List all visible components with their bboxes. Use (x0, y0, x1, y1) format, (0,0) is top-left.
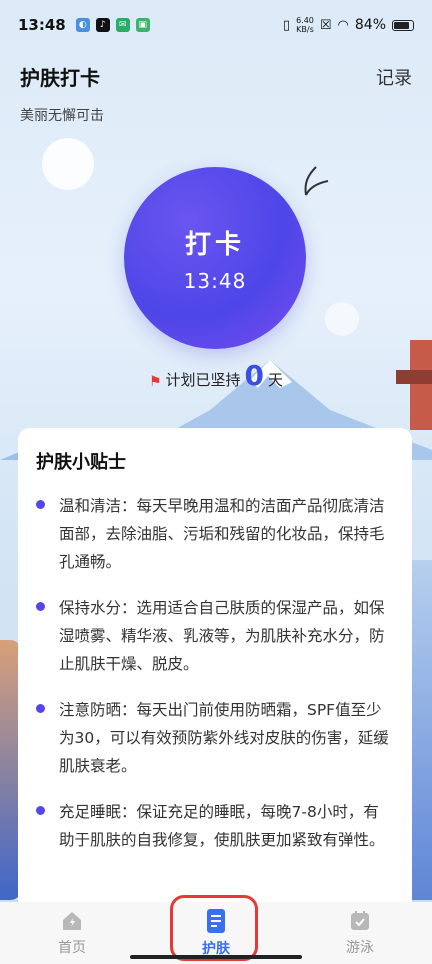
tip-item: 保持水分：选用适合自己肤质的保湿产品，如保湿喷雾、精华液、乳液等，为肌肤补充水分… (36, 594, 394, 678)
bullet-dot (36, 602, 45, 611)
app-notification-icon: ◐ (75, 18, 90, 32)
app-notification-icon: ▣ (135, 18, 150, 32)
bullet-dot (36, 704, 45, 713)
header: 护肤打卡 记录 美丽无懈可击 (20, 62, 412, 125)
cloud-decoration (325, 302, 359, 336)
tip-text: 充足睡眠：保证充足的睡眠，每晚7-8小时，有助于肌肤的自我修复，使肌肤更加紧致有… (59, 803, 385, 849)
status-bar: 13:48 ◐ ♪ ✉ ▣ ▯ 6.40 KB/s ☒ ◠ 84% (0, 0, 432, 50)
checkin-label: 打卡 (184, 229, 245, 260)
home-icon (63, 912, 81, 930)
tip-item: 温和清洁：每天早晚用温和的洁面产品彻底清洁面部，去除油脂、污垢和残留的化妆品，保… (36, 492, 394, 576)
tab-label: 游泳 (346, 940, 374, 956)
tip-text: 注意防晒：每天出门前使用防晒霜，SPF值至少为30，可以有效预防紫外线对皮肤的伤… (59, 701, 389, 775)
cloud-decoration (42, 138, 94, 190)
bullet-dot (36, 500, 45, 509)
tab-home[interactable]: 首页 (0, 902, 144, 964)
page-subtitle: 美丽无懈可击 (20, 108, 104, 124)
network-speed-value: 6.40 (296, 16, 314, 25)
streak-prefix: 计划已坚持 (165, 371, 241, 389)
streak-days: 0 (244, 359, 265, 392)
tab-swimming[interactable]: 游泳 (288, 902, 432, 964)
tab-label: 首页 (58, 940, 86, 956)
tip-item: 注意防晒：每天出门前使用防晒霜，SPF值至少为30，可以有效预防紫外线对皮肤的伤… (36, 696, 394, 780)
network-speed: 6.40 KB/s (296, 16, 314, 34)
streak-suffix: 天 (268, 371, 284, 389)
wave-decoration (412, 560, 432, 900)
checkin-time: 13:48 (183, 268, 247, 293)
tips-title: 护肤小贴士 (36, 452, 126, 473)
bird-icon (304, 166, 329, 196)
vibrate-icon: ▯ (282, 17, 291, 33)
highlight-box (170, 895, 258, 961)
network-speed-unit: KB/s (296, 25, 314, 34)
battery-percent: 84% (354, 17, 386, 33)
wechat-icon: ✉ (115, 18, 130, 32)
streak-indicator: ⚑ 计划已坚持 0 天 (0, 359, 432, 392)
battery-icon (392, 19, 414, 31)
record-button[interactable]: 记录 (376, 64, 412, 90)
tip-text: 保持水分：选用适合自己肤质的保湿产品，如保湿喷雾、精华液、乳液等，为肌肤补充水分… (59, 599, 385, 673)
tiktok-icon: ♪ (95, 18, 110, 32)
tips-card: 护肤小贴士 温和清洁：每天早晚用温和的洁面产品彻底清洁面部，去除油脂、污垢和残留… (18, 428, 412, 918)
mute-icon: ☒ (319, 17, 332, 33)
bullet-dot (36, 806, 45, 815)
wifi-icon: ◠ (337, 17, 349, 33)
home-indicator (130, 955, 302, 959)
flag-icon: ⚑ (148, 374, 162, 390)
checkin-button[interactable]: 打卡 13:48 (124, 167, 306, 349)
calendar-icon (351, 911, 369, 930)
page-title: 护肤打卡 (20, 66, 100, 90)
tip-item: 充足睡眠：保证充足的睡眠，每晚7-8小时，有助于肌肤的自我修复，使肌肤更加紧致有… (36, 798, 394, 854)
status-time: 13:48 (18, 16, 66, 34)
tip-text: 温和清洁：每天早晚用温和的洁面产品彻底清洁面部，去除油脂、污垢和残留的化妆品，保… (59, 497, 385, 571)
